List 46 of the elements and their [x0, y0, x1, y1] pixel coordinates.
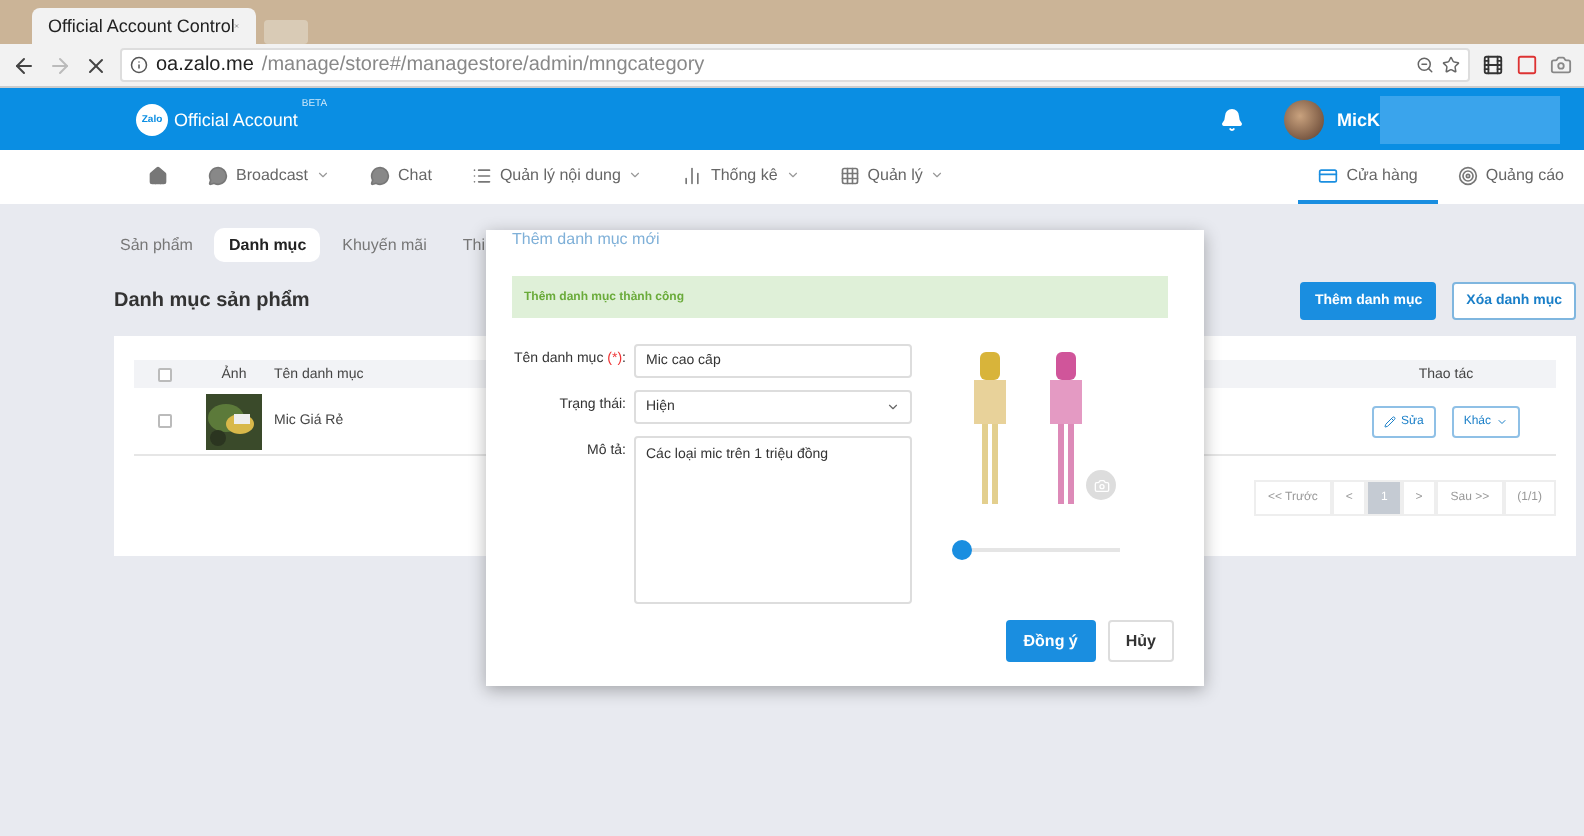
camera-icon[interactable]	[1550, 54, 1572, 76]
address-bar[interactable]: oa.zalo.me /manage/store#/managestore/admin/mngcategory	[120, 48, 1470, 82]
dialog-title: Thêm danh mục mới	[512, 230, 662, 248]
checkbox[interactable]	[157, 414, 171, 428]
browser-tab[interactable]: Official Account Control	[32, 8, 256, 44]
caret-icon	[316, 168, 331, 182]
nav-item[interactable]: Quảng cáo	[1437, 150, 1584, 204]
stop-icon[interactable]	[84, 53, 108, 77]
film-icon[interactable]	[1482, 54, 1504, 76]
star-icon[interactable]	[1442, 56, 1460, 74]
caret-icon	[628, 168, 643, 182]
user-name[interactable]: MicK	[1336, 109, 1380, 129]
camera-icon	[1093, 477, 1109, 493]
nav-item[interactable]: Quản lý	[819, 150, 965, 204]
avatar[interactable]	[1284, 99, 1325, 139]
target-icon	[1457, 165, 1478, 185]
home-icon	[148, 165, 168, 185]
nav-item[interactable]: Cửa hàng	[1298, 150, 1438, 204]
caret-icon	[1495, 415, 1508, 427]
nav-item[interactable]: Chat	[350, 150, 452, 204]
checkbox[interactable]	[157, 367, 171, 381]
nav-item[interactable]: Thống kê	[662, 150, 820, 204]
bell-icon[interactable]	[1220, 107, 1245, 131]
grid-icon	[839, 165, 860, 185]
zoom-icon[interactable]	[1416, 56, 1434, 74]
caret-icon	[886, 400, 900, 414]
back-icon[interactable]	[12, 53, 36, 77]
caret-icon	[930, 168, 945, 182]
chat-bubble-icon	[370, 165, 391, 185]
caret-icon	[785, 168, 800, 182]
dialog-button[interactable]: Đồng ý	[1005, 620, 1096, 662]
page-title: Danh mục sản phẩm	[114, 290, 310, 312]
sub-tab[interactable]: Sản phẩm	[106, 228, 207, 262]
nav-item[interactable]: Broadcast	[188, 150, 351, 204]
bar-chart-icon	[682, 165, 703, 185]
brand-name: Official Account	[174, 109, 298, 129]
url-path: /manage/store#/managestore/admin/mngcategory	[261, 54, 705, 76]
sub-tab[interactable]: Khuyến mãi	[328, 228, 441, 262]
info-icon	[130, 56, 148, 74]
sub-tab[interactable]: Danh mục	[214, 228, 321, 262]
url-host: oa.zalo.me	[156, 54, 254, 76]
pencil-icon	[1384, 415, 1397, 427]
dialog-button[interactable]: Hủy	[1107, 620, 1174, 662]
chat-bubble-icon	[208, 165, 228, 185]
nav-item[interactable]: Quản lý nội dung	[451, 150, 663, 204]
card-icon	[1318, 165, 1339, 185]
